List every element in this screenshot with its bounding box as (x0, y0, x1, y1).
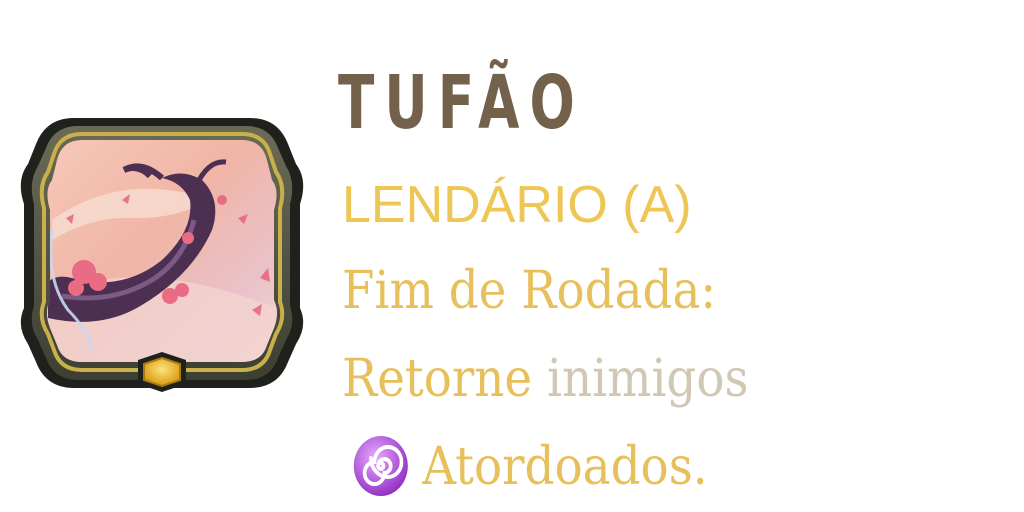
card-tooltip: TUFÃO LENDÁRIO (A) Fim de Rodada: Retorn… (0, 0, 1024, 512)
level-gem-icon (138, 352, 186, 392)
keyword-atordoados: Atordoados. (422, 437, 708, 497)
card-rarity: LENDÁRIO (A) (342, 176, 692, 234)
typhoon-tree-artwork-icon (20, 118, 304, 392)
card-title: TUFÃO (338, 60, 585, 146)
description-line-status: Atordoados. (352, 432, 708, 502)
description-text-inimigos: inimigos (547, 349, 749, 409)
keyword-retorne: Retorne (342, 349, 533, 409)
stun-spiral-icon (353, 436, 408, 496)
description-line-effect: Retorne inimigos (342, 344, 749, 414)
card-artwork-frame (12, 100, 312, 400)
description-line-trigger: Fim de Rodada: (342, 261, 717, 321)
